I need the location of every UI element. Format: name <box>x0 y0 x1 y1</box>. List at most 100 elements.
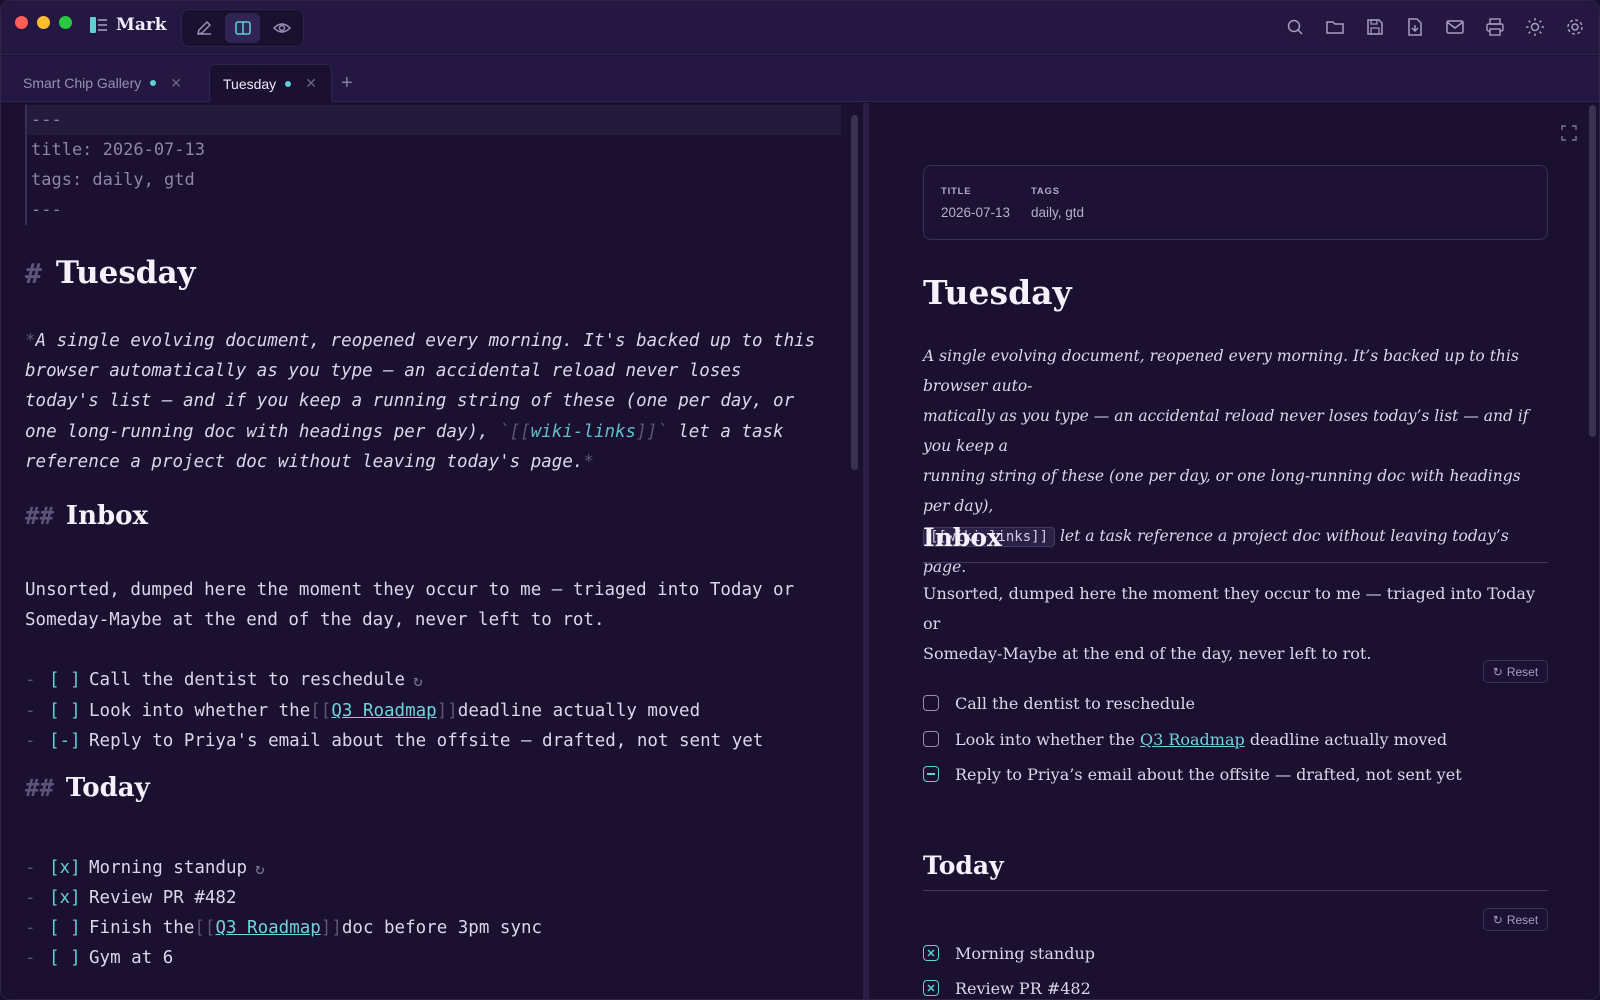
preview-mode-button[interactable] <box>264 13 299 43</box>
meta-key: TITLE <box>941 186 972 197</box>
new-tab-icon[interactable]: + <box>341 72 353 95</box>
frontmatter-line: tags: daily, gtd <box>31 170 195 190</box>
task-text: doc before 3pm sync <box>341 918 543 938</box>
theme-toggle-button[interactable] <box>1521 13 1549 41</box>
description-line: Someday-Maybe at the end of the day, nev… <box>25 610 605 630</box>
intro-line: running string of these (one per day, or… <box>923 467 1521 515</box>
editor-h2-text: Today <box>65 773 150 803</box>
task-checkbox-source[interactable]: [ ] <box>49 948 89 968</box>
checkbox-checked[interactable] <box>923 980 939 996</box>
list-marker: - <box>25 701 36 721</box>
checkbox-checked[interactable] <box>923 945 939 961</box>
save-button[interactable] <box>1361 13 1389 41</box>
reset-button[interactable]: ↻ Reset <box>1483 908 1548 931</box>
open-folder-button[interactable] <box>1321 13 1349 41</box>
fullscreen-icon[interactable] <box>1561 125 1577 141</box>
task-text: Gym at 6 <box>89 948 174 968</box>
tab-smart-chip-gallery[interactable]: Smart Chip Gallery ✕ <box>1 64 196 102</box>
preview-task[interactable]: Reply to Priya’s email about the offsite… <box>923 761 1462 787</box>
preview-task[interactable]: Look into whether the Q3 Roadmap deadlin… <box>923 726 1447 752</box>
list-marker: - <box>25 731 36 751</box>
intro-line: A single evolving document, reopened eve… <box>923 347 1519 395</box>
task-checkbox-source[interactable]: [ ] <box>49 701 89 721</box>
frontmatter-source[interactable]: --- title: 2026-07-13 tags: daily, gtd -… <box>25 105 841 225</box>
tab-bar: Smart Chip Gallery ✕ Tuesday ✕ + <box>1 56 1599 102</box>
print-button[interactable] <box>1481 13 1509 41</box>
task-text: Review PR #482 <box>89 888 237 908</box>
search-button[interactable] <box>1281 13 1309 41</box>
editor-h2-text: Inbox <box>65 501 148 531</box>
editor-task-line[interactable]: - [ ] Finish the [[Q3 Roadmap]] doc befo… <box>25 913 542 943</box>
intro-line: A single evolving document, reopened eve… <box>35 331 816 351</box>
editor-heading-today: ## Today <box>25 773 150 803</box>
task-text: Morning standup <box>89 858 248 878</box>
editor-task-line[interactable]: - [ ] Gym at 6 <box>25 943 173 973</box>
task-checkbox-source[interactable]: [ ] <box>49 670 89 690</box>
task-checkbox-source[interactable]: [ ] <box>49 918 89 938</box>
reset-label: Reset <box>1506 912 1539 927</box>
wiki-link[interactable]: Q3 Roadmap <box>215 918 320 938</box>
app-logo: Mark <box>89 15 167 35</box>
task-text: Look into whether the <box>955 729 1135 749</box>
intro-line: matically as you type — an accidental re… <box>923 407 1529 455</box>
task-checkbox-source[interactable]: [-] <box>49 731 89 751</box>
task-text: Morning standup <box>955 943 1095 963</box>
export-button[interactable] <box>1401 13 1429 41</box>
task-checkbox-source[interactable]: [x] <box>49 888 89 908</box>
zoom-window-button[interactable] <box>59 16 72 29</box>
checkbox-unchecked[interactable] <box>923 695 939 711</box>
settings-icon <box>1567 19 1583 35</box>
wiki-link[interactable]: Q3 Roadmap <box>1140 730 1245 749</box>
intro-line: browser automatically as you type — an a… <box>25 361 742 382</box>
view-mode-switcher <box>181 9 304 47</box>
editor-inbox-description: Unsorted, dumped here the moment they oc… <box>25 575 837 635</box>
close-window-button[interactable] <box>15 16 28 29</box>
save-icon <box>1367 19 1383 35</box>
list-marker: - <box>25 948 36 968</box>
editor-scrollbar[interactable] <box>851 115 858 470</box>
preview-task[interactable]: Review PR #482 <box>923 975 1091 999</box>
checkbox-unchecked[interactable] <box>923 731 939 747</box>
editor-task-line[interactable]: - [ ] Look into whether the [[Q3 Roadmap… <box>25 696 700 726</box>
reset-icon: ↻ <box>1492 664 1503 679</box>
checkbox-partial[interactable] <box>923 766 939 782</box>
wiki-bracket: [[ <box>310 701 332 721</box>
split-mode-button[interactable] <box>225 13 260 43</box>
intro-line: one long-running doc with headings per d… <box>25 421 500 442</box>
app-window: Mark Smart Chip Gallery ✕ Tuesday ✕ + --… <box>0 0 1600 1000</box>
editor-task-line[interactable]: - [x] Review PR #482 <box>25 883 237 913</box>
close-tab-icon[interactable]: ✕ <box>305 75 317 92</box>
preview-task[interactable]: Call the dentist to reschedule <box>923 690 1195 716</box>
edit-mode-button[interactable] <box>186 13 221 43</box>
wiki-bracket: [[ <box>194 918 216 938</box>
task-text: Look into whether the <box>89 701 311 721</box>
wiki-bracket: ]] <box>436 701 458 721</box>
heading-marker: ## <box>25 502 54 530</box>
partial-mark <box>927 773 935 775</box>
meta-tags: TAGS daily, gtd <box>1031 186 1084 220</box>
mail-button[interactable] <box>1441 13 1469 41</box>
editor-task-line[interactable]: - [-] Reply to Priya's email about the o… <box>25 726 763 756</box>
tab-label: Tuesday <box>223 75 277 92</box>
editor-task-line[interactable]: - [ ] Call the dentist to reschedule ↻ <box>25 665 423 695</box>
task-text: Call the dentist to reschedule <box>89 670 406 690</box>
check-x-icon <box>927 949 935 957</box>
check-x-icon <box>927 984 935 992</box>
preview-task[interactable]: Morning standup <box>923 940 1095 966</box>
editor-task-line[interactable]: - [x] Morning standup ↻ <box>25 853 265 883</box>
titlebar: Mark <box>1 1 1599 55</box>
app-logo-icon <box>90 17 107 33</box>
reset-button[interactable]: ↻ Reset <box>1483 660 1548 683</box>
task-checkbox-source[interactable]: [x] <box>49 858 89 878</box>
wiki-link-code: wiki-links <box>530 421 637 442</box>
intro-line: let a task <box>667 421 784 442</box>
minimize-window-button[interactable] <box>37 16 50 29</box>
preview-scrollbar[interactable] <box>1589 105 1596 437</box>
reset-icon: ↻ <box>1492 912 1503 927</box>
meta-value: 2026-07-13 <box>941 205 1011 220</box>
settings-button[interactable] <box>1561 13 1589 41</box>
wiki-link[interactable]: Q3 Roadmap <box>331 701 436 721</box>
close-tab-icon[interactable]: ✕ <box>170 75 182 92</box>
tab-tuesday[interactable]: Tuesday ✕ <box>209 64 332 102</box>
preview-heading-inbox: Inbox <box>923 523 1548 563</box>
